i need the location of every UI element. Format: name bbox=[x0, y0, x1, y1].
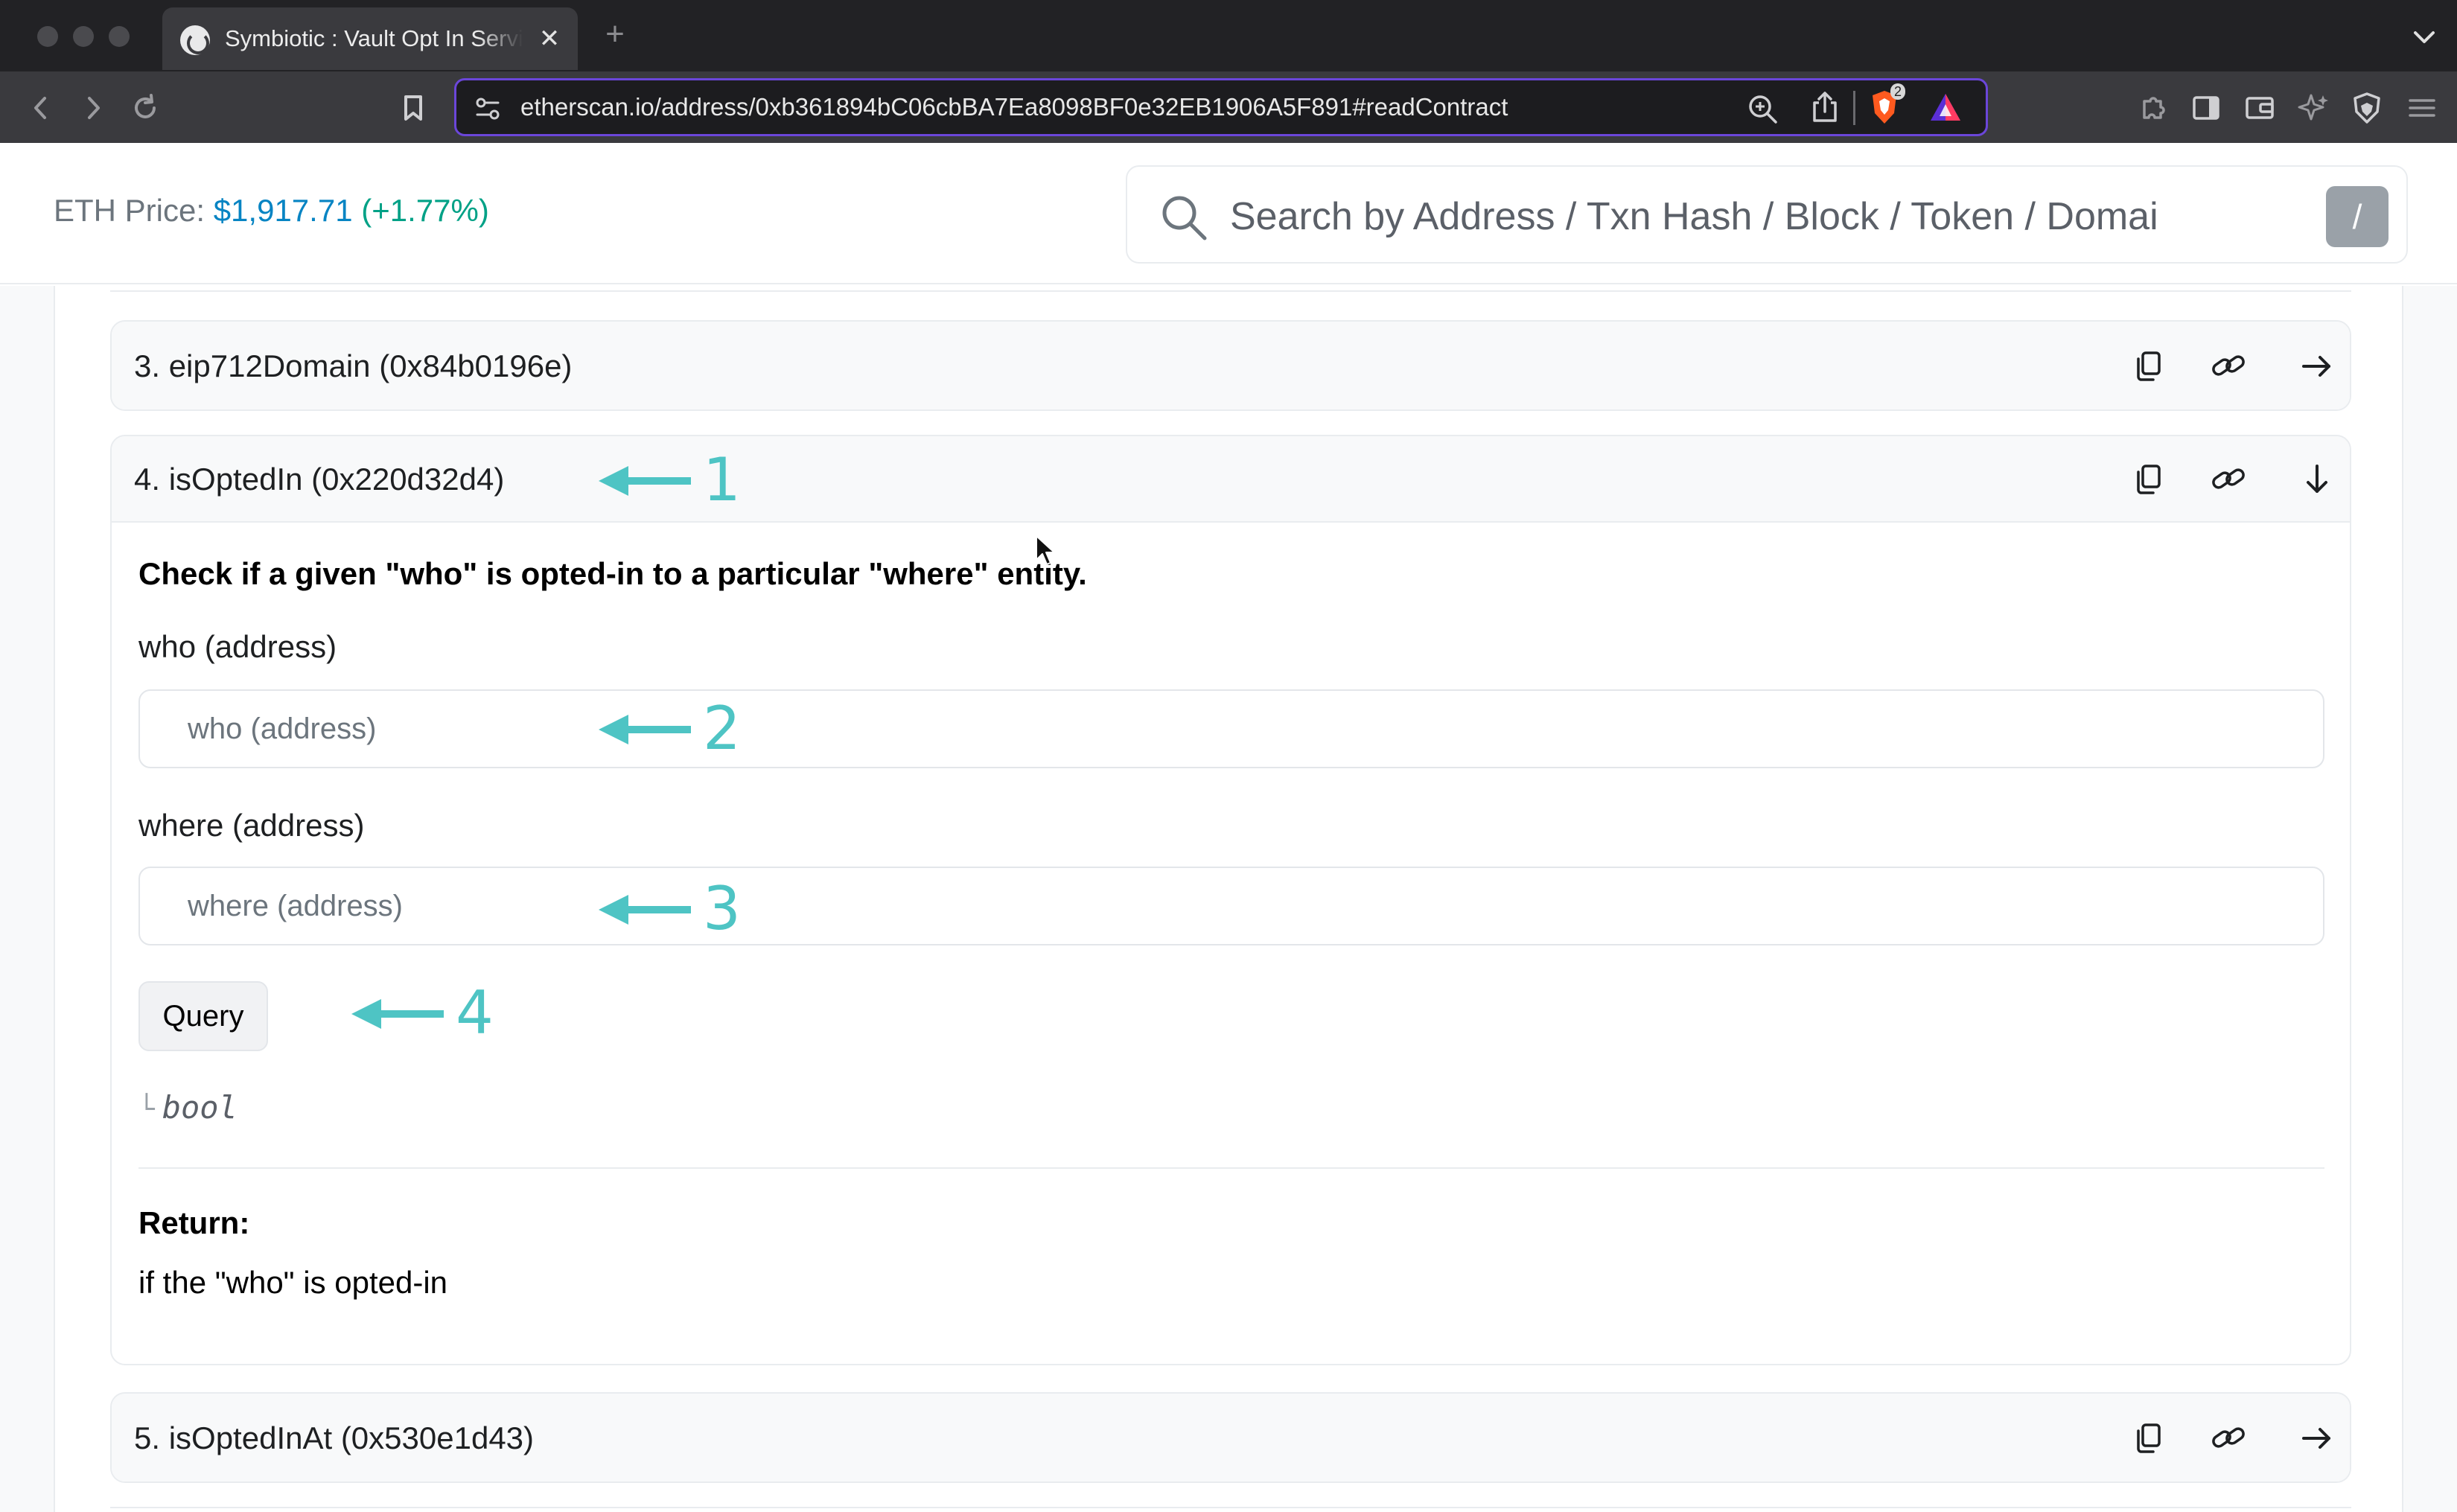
etherscan-favicon-icon bbox=[180, 25, 210, 55]
search-shortcut-key: / bbox=[2326, 186, 2389, 247]
wallet-icon[interactable] bbox=[2241, 89, 2278, 127]
function-eip712domain: 3. eip712Domain (0x84b0196e) bbox=[110, 320, 2351, 411]
eth-price-label: ETH Price: bbox=[54, 193, 205, 228]
leo-ai-icon[interactable] bbox=[2295, 89, 2332, 127]
forward-icon[interactable] bbox=[74, 89, 112, 127]
site-settings-icon[interactable] bbox=[471, 92, 504, 125]
link-icon[interactable] bbox=[2208, 345, 2250, 387]
function-header[interactable]: 5. isOptedInAt (0x530e1d43) bbox=[112, 1394, 2350, 1481]
tree-branch-icon: └ bbox=[138, 1094, 155, 1125]
copy-icon[interactable] bbox=[2129, 459, 2171, 500]
search-box[interactable]: Search by Address / Txn Hash / Block / T… bbox=[1126, 165, 2408, 264]
etherscan-top-bar: ETH Price: $1,917.71 (+1.77%) Search by … bbox=[0, 143, 2457, 284]
tab-title: Symbiotic : Vault Opt In Servi bbox=[225, 22, 523, 55]
address-bar[interactable]: etherscan.io/address/0xb361894bC06cbBA7E… bbox=[454, 78, 1988, 136]
browser-tab-active[interactable]: Symbiotic : Vault Opt In Servi ✕ bbox=[162, 7, 578, 70]
function-header[interactable]: 3. eip712Domain (0x84b0196e) bbox=[112, 322, 2350, 409]
return-divider bbox=[138, 1167, 2324, 1169]
browser-toolbar: etherscan.io/address/0xb361894bC06cbBA7E… bbox=[0, 71, 2457, 143]
annotation-arrow-icon bbox=[599, 466, 691, 496]
function-title[interactable]: 5. isOptedInAt (0x530e1d43) bbox=[134, 1419, 534, 1458]
annotation-number: 1 bbox=[703, 445, 741, 514]
new-tab-button[interactable]: + bbox=[600, 16, 630, 52]
query-button[interactable]: Query bbox=[138, 981, 268, 1051]
next-item-divider bbox=[110, 1507, 2351, 1508]
tab-close-icon[interactable]: ✕ bbox=[535, 21, 564, 57]
share-icon[interactable] bbox=[1809, 89, 1841, 125]
who-address-input[interactable] bbox=[138, 689, 2324, 768]
arrow-down-icon[interactable] bbox=[2296, 459, 2338, 500]
sidebar-icon[interactable] bbox=[2187, 89, 2225, 127]
vpn-shield-icon[interactable] bbox=[2348, 89, 2386, 127]
brave-rewards-icon[interactable] bbox=[1928, 91, 1963, 124]
function-header[interactable]: 4. isOptedIn (0x220d32d4) bbox=[112, 436, 2350, 523]
function-description: Check if a given "who" is opted-in to a … bbox=[138, 556, 1087, 591]
reload-icon[interactable] bbox=[127, 89, 164, 127]
function-title[interactable]: 3. eip712Domain (0x84b0196e) bbox=[134, 347, 572, 386]
annotation-arrow-icon bbox=[599, 715, 691, 744]
who-address-label: who (address) bbox=[138, 629, 337, 664]
function-title[interactable]: 4. isOptedIn (0x220d32d4) bbox=[134, 460, 504, 499]
browser-tab-bar: Symbiotic : Vault Opt In Servi ✕ + bbox=[0, 0, 2457, 71]
where-address-input[interactable] bbox=[138, 867, 2324, 945]
eth-price-change: (+1.77%) bbox=[361, 193, 489, 228]
back-icon[interactable] bbox=[22, 89, 60, 127]
annotation-4: 4 bbox=[351, 980, 500, 1047]
bookmark-icon[interactable] bbox=[395, 89, 432, 127]
extensions-icon[interactable] bbox=[2134, 89, 2171, 127]
mouse-cursor-icon bbox=[1036, 535, 1055, 565]
annotation-number: 3 bbox=[703, 874, 741, 943]
copy-icon[interactable] bbox=[2129, 1417, 2171, 1459]
arrow-right-icon[interactable] bbox=[2296, 1417, 2338, 1459]
menu-icon[interactable] bbox=[2403, 89, 2441, 127]
return-heading: Return: bbox=[138, 1205, 250, 1240]
link-icon[interactable] bbox=[2208, 459, 2250, 500]
window-minimize-dot[interactable] bbox=[73, 26, 94, 47]
annotation-arrow-icon bbox=[351, 999, 444, 1029]
annotation-number: 4 bbox=[456, 978, 494, 1047]
return-type-value: bool bbox=[162, 1089, 238, 1126]
shields-count-badge: 2 bbox=[1890, 83, 1906, 100]
annotation-arrow-icon bbox=[599, 895, 691, 925]
omnibox-divider bbox=[1853, 91, 1855, 125]
search-input[interactable]: Search by Address / Txn Hash / Block / T… bbox=[1230, 194, 2302, 240]
eth-price-value[interactable]: $1,917.71 bbox=[214, 193, 353, 228]
annotation-3: 3 bbox=[599, 875, 748, 942]
search-icon bbox=[1162, 196, 1207, 240]
link-icon[interactable] bbox=[2208, 1417, 2250, 1459]
previous-item-divider bbox=[110, 290, 2351, 292]
annotation-number: 2 bbox=[703, 694, 741, 763]
url-text[interactable]: etherscan.io/address/0xb361894bC06cbBA7E… bbox=[520, 91, 1508, 124]
function-isoptedinat: 5. isOptedInAt (0x530e1d43) bbox=[110, 1392, 2351, 1483]
annotation-1: 1 bbox=[599, 447, 748, 514]
arrow-right-icon[interactable] bbox=[2296, 345, 2338, 387]
tab-list-chevron-icon[interactable] bbox=[2409, 22, 2439, 52]
where-address-label: where (address) bbox=[138, 808, 365, 843]
annotation-2: 2 bbox=[599, 695, 748, 762]
eth-price: ETH Price: $1,917.71 (+1.77%) bbox=[54, 192, 489, 229]
window-close-dot[interactable] bbox=[37, 26, 58, 47]
copy-icon[interactable] bbox=[2129, 345, 2171, 387]
return-type: └ bool bbox=[138, 1087, 238, 1131]
zoom-icon[interactable] bbox=[1744, 91, 1780, 127]
window-zoom-dot[interactable] bbox=[109, 26, 130, 47]
return-description: if the "who" is opted-in bbox=[138, 1265, 448, 1300]
